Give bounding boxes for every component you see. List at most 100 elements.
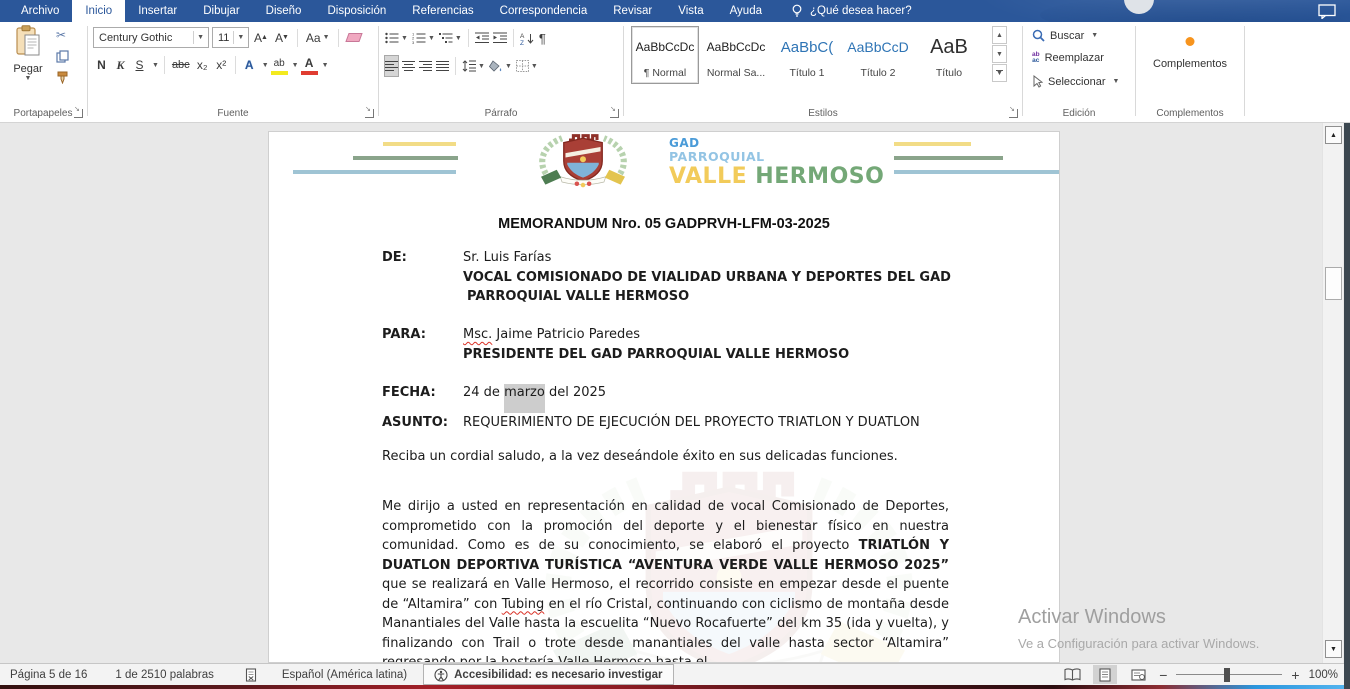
read-mode-button[interactable]	[1060, 665, 1084, 684]
copy-button[interactable]	[56, 50, 69, 63]
tab-correspondencia[interactable]: Correspondencia	[487, 0, 601, 22]
clipboard-icon	[15, 25, 41, 57]
tab-diseno[interactable]: Diseño	[253, 0, 315, 22]
select-button[interactable]: Seleccionar▼	[1032, 75, 1119, 88]
zoom-level[interactable]: 100%	[1309, 669, 1338, 681]
tab-inicio[interactable]: Inicio	[72, 0, 125, 22]
page-indicator[interactable]: Página 5 de 16	[10, 669, 87, 681]
decrease-indent-icon	[475, 32, 489, 44]
style-preview: AaBbCcD	[847, 27, 908, 67]
complementos-button[interactable]: Complementos	[1137, 58, 1243, 70]
style-normal-sa[interactable]: AaBbCcDc Normal Sa...	[702, 26, 770, 84]
shrink-font-button[interactable]: A▼	[273, 28, 291, 48]
highlight-color-button[interactable]: ab	[271, 55, 288, 75]
deco-line	[293, 170, 456, 174]
dialog-launcher-estilos[interactable]	[1009, 109, 1018, 118]
tab-revisar[interactable]: Revisar	[600, 0, 665, 22]
shading-button[interactable]: ▼	[488, 55, 513, 77]
word-count[interactable]: 1 de 2510 palabras	[115, 669, 213, 681]
dialog-launcher-portapapeles[interactable]	[74, 109, 83, 118]
scrollbar-thumb[interactable]	[1325, 267, 1342, 300]
show-marks-button[interactable]: ¶	[538, 27, 547, 49]
italic-button[interactable]: K	[112, 55, 129, 75]
tab-archivo[interactable]: Archivo	[8, 0, 72, 22]
change-case-button[interactable]: Aa▼	[304, 28, 332, 48]
underline-button[interactable]: S	[131, 55, 148, 75]
style-normal[interactable]: AaBbCcDc ¶ Normal	[631, 26, 699, 84]
tab-ayuda[interactable]: Ayuda	[717, 0, 775, 22]
superscript-button[interactable]: x²	[213, 55, 230, 75]
chevron-down-icon[interactable]: ▼	[152, 62, 159, 69]
paste-button[interactable]: Pegar ▼	[5, 25, 51, 101]
tab-insertar[interactable]: Insertar	[125, 0, 190, 22]
chevron-down-icon[interactable]: ▼	[233, 31, 246, 44]
grow-font-button[interactable]: A▲	[252, 28, 270, 48]
styles-scroll-down[interactable]: ▼	[992, 45, 1007, 63]
text-effects-button[interactable]: A	[241, 55, 258, 75]
style-name: Título 2	[860, 67, 895, 79]
align-center-button[interactable]	[401, 55, 416, 77]
bullets-button[interactable]: ▼	[384, 27, 409, 49]
chevron-down-icon[interactable]: ▼	[262, 62, 269, 69]
chevron-down-icon[interactable]: ▼	[292, 62, 299, 69]
account-avatar[interactable]	[1124, 0, 1154, 14]
numbering-button[interactable]: 123 ▼	[411, 27, 436, 49]
chevron-down-icon[interactable]: ▼	[193, 31, 206, 44]
chevron-down-icon[interactable]: ▼	[322, 62, 329, 69]
font-size-combobox[interactable]: 11 ▼	[212, 27, 249, 48]
style-titulo-2[interactable]: AaBbCcD Título 2	[844, 26, 912, 84]
format-painter-button[interactable]	[56, 71, 69, 84]
zoom-in-button[interactable]: +	[1291, 668, 1299, 682]
styles-scroll-up[interactable]: ▲	[992, 26, 1007, 44]
chevron-down-icon: ▼	[5, 75, 51, 82]
line-spacing-button[interactable]: ▼	[461, 55, 486, 77]
align-left-button[interactable]	[384, 55, 399, 77]
replace-button[interactable]: abac Reemplazar	[1032, 52, 1104, 64]
increase-indent-button[interactable]	[492, 27, 508, 49]
tell-me-search[interactable]: ¿Qué desea hacer?	[791, 0, 912, 22]
document-page[interactable]: GAD PARROQUIAL VALLE HERMOSO MEMORANDUM …	[268, 131, 1060, 663]
scroll-up-button[interactable]: ▲	[1325, 126, 1342, 144]
justify-button[interactable]	[435, 55, 450, 77]
svg-text:A: A	[520, 33, 525, 40]
cut-button[interactable]: ✂	[56, 28, 69, 42]
styles-expand-gallery[interactable]: ▼	[992, 64, 1007, 82]
clear-formatting-button[interactable]	[345, 28, 363, 48]
tab-vista[interactable]: Vista	[665, 0, 716, 22]
style-titulo-1[interactable]: AaBbC( Título 1	[773, 26, 841, 84]
borders-button[interactable]: ▼	[515, 55, 539, 77]
dialog-launcher-parrafo[interactable]	[610, 109, 619, 118]
multilevel-list-button[interactable]: ▼	[438, 27, 463, 49]
scroll-down-button[interactable]: ▼	[1325, 640, 1342, 658]
align-right-button[interactable]	[418, 55, 433, 77]
print-layout-button[interactable]	[1093, 665, 1117, 684]
vertical-scrollbar[interactable]: ▲ ▼	[1322, 123, 1343, 663]
field-value-para-name: Jaime Patricio Paredes	[492, 327, 640, 342]
proofing-icon[interactable]	[244, 668, 258, 682]
web-layout-button[interactable]	[1126, 665, 1150, 684]
language-indicator[interactable]: Español (América latina)	[282, 669, 407, 681]
group-label-estilos: Estilos	[625, 108, 1021, 119]
tab-disposicion[interactable]: Disposición	[314, 0, 399, 22]
font-color-button[interactable]: A	[301, 55, 318, 75]
zoom-slider[interactable]	[1176, 668, 1282, 682]
style-titulo[interactable]: AaB Título	[915, 26, 983, 84]
desktop-strip	[0, 685, 1350, 689]
document-canvas: GAD PARROQUIAL VALLE HERMOSO MEMORANDUM …	[0, 123, 1350, 663]
field-value-fecha-rest: del 2025	[545, 385, 606, 400]
tab-dibujar[interactable]: Dibujar	[190, 0, 252, 22]
feedback-button[interactable]	[1318, 0, 1336, 22]
bold-button[interactable]: N	[93, 55, 110, 75]
font-name-combobox[interactable]: Century Gothic ▼	[93, 27, 209, 48]
accessibility-status[interactable]: Accesibilidad: es necesario investigar	[423, 664, 673, 685]
tab-referencias[interactable]: Referencias	[399, 0, 486, 22]
strikethrough-button[interactable]: abc	[170, 55, 192, 75]
dialog-launcher-fuente[interactable]	[365, 109, 374, 118]
sort-button[interactable]: AZ	[519, 27, 536, 49]
subscript-button[interactable]: x₂	[194, 55, 211, 75]
find-button[interactable]: Buscar▼	[1032, 29, 1098, 42]
zoom-slider-thumb[interactable]	[1224, 668, 1230, 682]
style-preview: AaBbCcDc	[636, 27, 695, 67]
decrease-indent-button[interactable]	[474, 27, 490, 49]
zoom-out-button[interactable]: −	[1159, 668, 1167, 682]
